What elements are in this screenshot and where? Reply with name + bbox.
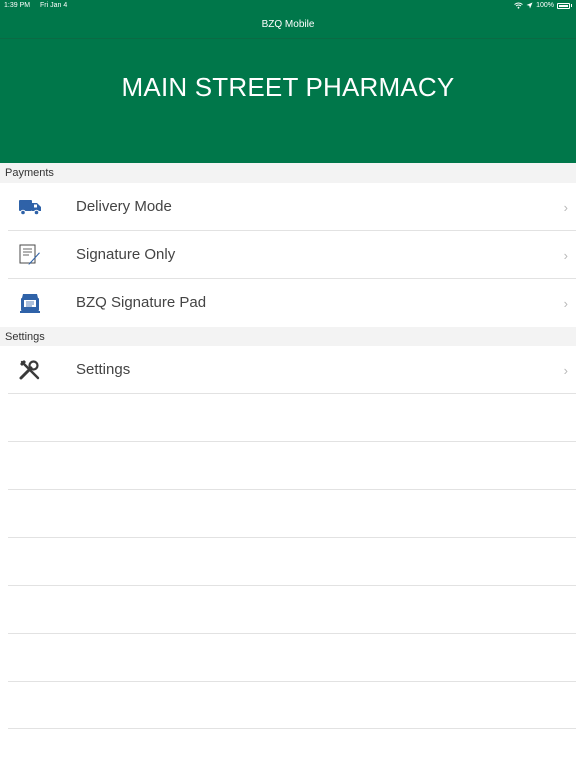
- menu-item-label: BZQ Signature Pad: [76, 294, 207, 311]
- chevron-right-icon: ›: [563, 248, 568, 263]
- status-date: Fri Jan 4: [40, 2, 68, 9]
- battery-percent: 100%: [536, 2, 554, 9]
- menu-item-delivery-mode[interactable]: Delivery Mode ›: [0, 183, 576, 231]
- chevron-right-icon: ›: [563, 363, 568, 378]
- battery-tip: [571, 4, 572, 7]
- status-indicators: 100%: [514, 2, 572, 9]
- row-divider: [8, 728, 576, 729]
- status-time: 1:39 PM: [4, 2, 31, 9]
- battery-icon: [557, 2, 570, 9]
- section-header-payments: Payments: [0, 163, 576, 183]
- menu-item-label: Settings: [76, 361, 131, 378]
- store-name: MAIN STREET PHARMACY: [121, 72, 455, 102]
- menu-item-label: Delivery Mode: [76, 198, 172, 215]
- section-label: Payments: [5, 167, 54, 179]
- chevron-right-icon: ›: [563, 296, 568, 311]
- menu-item-bzq-signature-pad[interactable]: BZQ Signature Pad ›: [0, 279, 576, 327]
- row-divider: [8, 489, 576, 490]
- row-divider: [8, 633, 576, 634]
- signature-pad-icon: [20, 294, 40, 313]
- delivery-truck-icon: [19, 200, 41, 216]
- row-divider: [8, 393, 576, 394]
- nav-title: BZQ Mobile: [261, 19, 315, 30]
- status-bar: 1:39 PM Fri Jan 4 100%: [0, 0, 576, 12]
- store-header: MAIN STREET PHARMACY: [0, 39, 576, 163]
- signature-icon: [19, 244, 40, 265]
- section-header-settings: Settings: [0, 327, 576, 347]
- location-icon: [526, 2, 533, 9]
- menu-item-signature-only[interactable]: Signature Only ›: [0, 231, 576, 279]
- section-label: Settings: [5, 331, 45, 343]
- status-time-date: 1:39 PM Fri Jan 4: [4, 2, 75, 9]
- navigation-bar: BZQ Mobile: [0, 12, 576, 39]
- row-divider: [8, 681, 576, 682]
- menu-item-label: Signature Only: [76, 246, 176, 263]
- menu-item-settings[interactable]: Settings ›: [0, 346, 576, 394]
- tools-icon: [19, 360, 40, 380]
- row-divider: [8, 537, 576, 538]
- wifi-icon: [514, 2, 523, 9]
- chevron-right-icon: ›: [563, 200, 568, 215]
- row-divider: [8, 441, 576, 442]
- row-divider: [8, 585, 576, 586]
